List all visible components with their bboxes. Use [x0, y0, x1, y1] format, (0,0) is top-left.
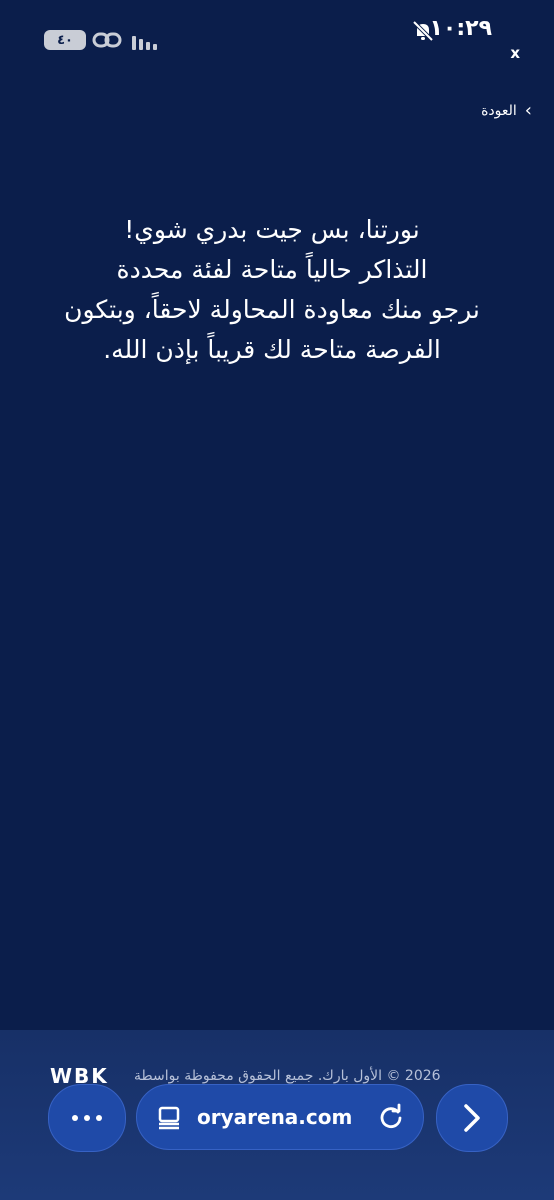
wbk-logo: WBK — [50, 1066, 109, 1086]
more-dot — [96, 1115, 102, 1121]
status-bar: ٤٠ ١٠:٢٩ x — [0, 0, 554, 80]
tabs-icon[interactable] — [155, 1103, 183, 1131]
message-line-1: نورتنا، بس جيت بدري شوي! — [124, 215, 420, 244]
close-button[interactable]: x — [510, 44, 520, 62]
link-icon — [92, 32, 122, 48]
chevron-left-icon: ‹ — [524, 100, 532, 121]
signal-icon — [132, 32, 162, 50]
battery-icon: ٤٠ — [44, 30, 86, 50]
status-time: ١٠:٢٩ — [429, 16, 492, 41]
message-line-4: الفرصة متاحة لك قريباً بإذن الله. — [103, 335, 441, 364]
back-label: العودة — [481, 103, 517, 119]
svg-text:WBK: WBK — [50, 1066, 109, 1086]
back-button[interactable]: ‹ العودة — [481, 102, 532, 120]
copyright-text: 2026 © الأول بارك. جميع الحقوق محفوظة بو… — [134, 1068, 441, 1084]
more-button[interactable] — [48, 1084, 126, 1152]
chevron-right-icon — [464, 1104, 480, 1132]
waiting-message: نورتنا، بس جيت بدري شوي! التذاكر حالياً … — [30, 210, 514, 370]
address-bar[interactable]: oryarena.com — [136, 1084, 424, 1150]
message-line-2: التذاكر حالياً متاحة لفئة محددة — [116, 255, 428, 284]
more-dot — [72, 1115, 78, 1121]
more-dot — [84, 1115, 90, 1121]
battery-level: ٤٠ — [57, 32, 73, 48]
url-text[interactable]: oryarena.com — [197, 1105, 377, 1129]
message-line-3: نرجو منك معاودة المحاولة لاحقاً، وبتكون — [64, 295, 480, 324]
forward-button[interactable] — [436, 1084, 508, 1152]
reload-icon[interactable] — [377, 1103, 405, 1131]
